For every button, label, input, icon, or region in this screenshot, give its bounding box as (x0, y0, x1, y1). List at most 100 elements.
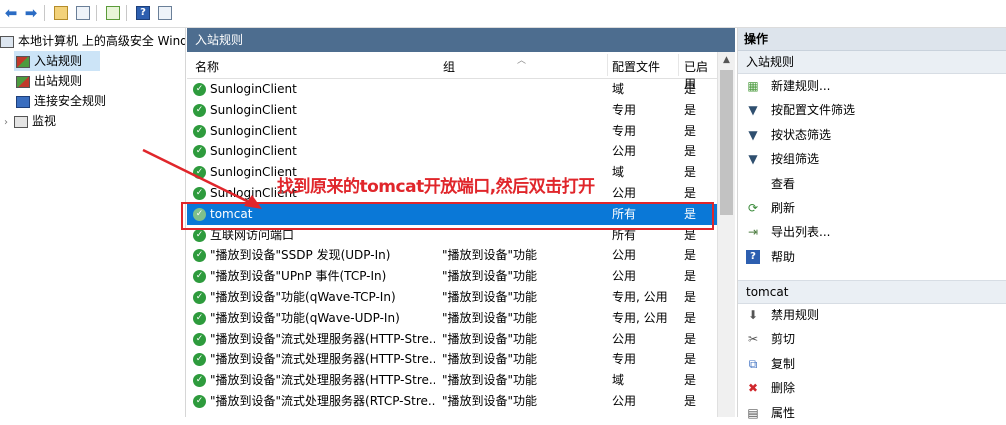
action-label: 导出列表... (771, 225, 831, 240)
back-icon[interactable]: ⬅ (2, 4, 20, 22)
rule-group: "播放到设备"功能 (442, 331, 538, 346)
action-label: 删除 (771, 381, 796, 396)
rule-name: "播放到设备"流式处理服务器(HTTP-Stre... (210, 352, 435, 367)
table-row[interactable]: ✓ SunloginClient 公用 是 (187, 141, 717, 162)
rule-profile: 专用, 公用 (612, 290, 668, 304)
scroll-up-icon[interactable]: ▲ (718, 52, 735, 69)
rule-name: "播放到设备"功能(qWave-UDP-In) (210, 310, 400, 325)
action-item[interactable]: ⟳ 刷新 (738, 196, 1006, 220)
enabled-check-icon: ✓ (193, 145, 206, 159)
table-row[interactable]: ✓ SunloginClient 专用 是 (187, 100, 717, 121)
action-label: 按状态筛选 (771, 127, 832, 142)
table-row[interactable]: ✓ "播放到设备"SSDP 发现(UDP-In) "播放到设备"功能 公用 是 (187, 245, 717, 266)
actions-header: 操作 (738, 28, 1006, 51)
actions-section-inbound[interactable]: 入站规则 (738, 51, 1006, 74)
rule-profile: 公用 (612, 144, 637, 159)
rule-profile: 公用 (612, 394, 637, 408)
rule-enabled: 是 (684, 373, 697, 388)
enabled-check-icon: ✓ (193, 166, 206, 180)
action-item[interactable]: ▦ 新建规则... (738, 74, 1006, 98)
forward-icon[interactable]: ➡ (22, 4, 40, 22)
rule-name-cell: ✓ SunloginClient (193, 141, 435, 162)
rule-enabled: 是 (684, 290, 697, 304)
enabled-check-icon: ✓ (193, 291, 206, 304)
action-label: 按配置文件筛选 (771, 103, 856, 118)
column-divider[interactable] (678, 54, 679, 76)
filter-icon: ▼ (748, 127, 758, 142)
column-divider[interactable] (607, 54, 608, 76)
toolbar-separator (126, 5, 127, 21)
action-item[interactable]: ▤ 属性 (738, 401, 1006, 425)
rule-profile: 专用, 公用 (612, 310, 668, 325)
enabled-check-icon: ✓ (193, 270, 206, 284)
rule-name: "播放到设备"流式处理服务器(HTTP-Stre... (210, 331, 435, 346)
rule-enabled: 是 (684, 186, 697, 200)
rule-name: "播放到设备"UPnP 事件(TCP-In) (210, 269, 387, 284)
table-row[interactable]: ✓ "播放到设备"功能(qWave-UDP-In) "播放到设备"功能 专用, 公用 是 (187, 308, 717, 329)
table-row[interactable]: ✓ "播放到设备"功能(qWave-TCP-In) "播放到设备"功能 专用, 公用 是 (187, 287, 717, 308)
action-label: 刷新 (771, 201, 796, 215)
rule-name: SunloginClient (210, 144, 297, 159)
rule-name-cell: ✓ "播放到设备"功能(qWave-UDP-In) (193, 308, 435, 329)
table-row[interactable]: ✓ "播放到设备"UPnP 事件(TCP-In) "播放到设备"功能 公用 是 (187, 266, 717, 287)
monitor-icon (14, 115, 28, 128)
rule-group: "播放到设备"功能 (442, 290, 538, 304)
rule-enabled: 是 (684, 310, 697, 325)
table-row[interactable]: ✓ "播放到设备"流式处理服务器(RTCP-Stre... "播放到设备"功能 公用 是 (187, 391, 717, 412)
action-item[interactable]: ✂ 剪切 (738, 327, 1006, 351)
show-hide-tree-icon[interactable] (74, 4, 92, 22)
action-item[interactable]: 查看 (738, 172, 1006, 196)
help-icon[interactable]: ? (134, 4, 152, 22)
disable-icon: ⬇ (747, 308, 759, 322)
action-item[interactable]: ⬇ 禁用规则 (738, 303, 1006, 327)
vertical-scrollbar[interactable]: ▲ (717, 52, 735, 417)
tree-item-monitoring[interactable]: › 监视 (4, 111, 56, 131)
scrollbar-thumb[interactable] (720, 70, 733, 215)
table-row[interactable]: ✓ "播放到设备"流式处理服务器(HTTP-Stre... "播放到设备"功能 公用 是 (187, 329, 717, 350)
enabled-check-icon: ✓ (193, 124, 206, 138)
action-label: 帮助 (771, 249, 796, 264)
actions-section-tomcat[interactable]: tomcat (738, 280, 1006, 304)
action-label: 按组筛选 (771, 152, 820, 167)
rule-profile: 公用 (612, 269, 637, 284)
action-item[interactable]: ⇥ 导出列表... (738, 220, 1006, 244)
rule-enabled: 是 (684, 331, 697, 346)
rule-profile: 域 (612, 373, 625, 388)
properties-icon: ▤ (747, 405, 759, 420)
tree-root[interactable]: 本地计算机 上的高级安全 Windows (0, 31, 185, 51)
table-row[interactable]: ✓ "播放到设备"流式处理服务器(HTTP-Stre... "播放到设备"功能 专用 是 (187, 349, 717, 370)
tree-item-label: 入站规则 (34, 54, 83, 68)
action-item[interactable]: ▼ 按状态筛选 (738, 123, 1006, 147)
new-rule-icon: ▦ (747, 79, 759, 93)
rule-name-cell: ✓ SunloginClient (193, 100, 435, 121)
toolbar: ⬅ ➡ ? (0, 0, 1006, 28)
action-item[interactable]: ⧉ 复制 (738, 352, 1006, 376)
action-item[interactable]: ? 帮助 (738, 245, 1006, 269)
up-folder-icon[interactable] (52, 4, 70, 22)
column-name[interactable]: 名称 (195, 58, 219, 75)
table-row[interactable]: ✓ "播放到设备"流式处理服务器(HTTP-Stre... "播放到设备"功能 域 是 (187, 370, 717, 391)
tree-item-inbound-rules[interactable]: 入站规则 (14, 51, 100, 71)
column-profile[interactable]: 配置文件 (612, 58, 660, 75)
rule-enabled: 是 (684, 352, 697, 367)
action-item[interactable]: ▼ 按组筛选 (738, 147, 1006, 171)
rule-name: "播放到设备"功能(qWave-TCP-In) (210, 290, 396, 304)
table-row[interactable]: ✓ SunloginClient 专用 是 (187, 121, 717, 142)
export-icon[interactable] (104, 4, 122, 22)
rule-name: SunloginClient (210, 123, 297, 138)
properties-icon[interactable] (156, 4, 174, 22)
rule-profile: 公用 (612, 186, 637, 200)
tree-item-outbound-rules[interactable]: 出站规则 (16, 71, 82, 91)
actions-panel: 操作 入站规则 ▦ 新建规则... ▼ 按配置文件筛选 ▼ 按状态筛选 ▼ 按组筛选 查看 ⟳ 刷新… (737, 28, 1006, 420)
action-item[interactable]: ▼ 按配置文件筛选 (738, 98, 1006, 122)
column-group[interactable]: 组 (443, 58, 455, 75)
rule-profile: 公用 (612, 331, 637, 346)
rule-name: "播放到设备"SSDP 发现(UDP-In) (210, 248, 391, 263)
rule-profile: 域 (612, 82, 625, 96)
rule-name-cell: ✓ "播放到设备"流式处理服务器(HTTP-Stre... (193, 370, 435, 391)
action-item[interactable]: ✖ 删除 (738, 376, 1006, 400)
tree-item-connection-security-rules[interactable]: 连接安全规则 (16, 91, 106, 111)
table-row[interactable]: ✓ SunloginClient 域 是 (187, 79, 717, 100)
navigation-tree: 本地计算机 上的高级安全 Windows 入站规则 出站规则 连接安全规则 › 监… (0, 28, 186, 417)
expand-chevron-icon[interactable]: › (4, 113, 14, 131)
